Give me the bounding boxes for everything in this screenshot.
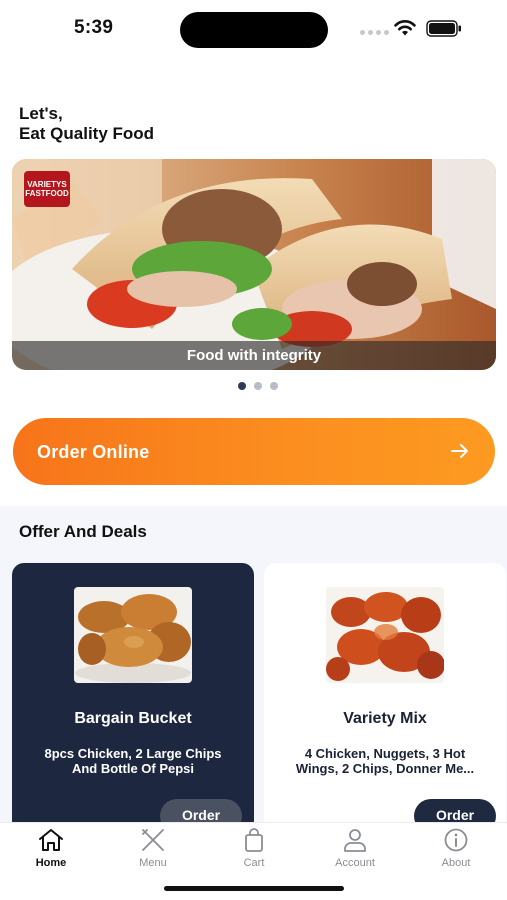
- battery-icon: [426, 20, 461, 37]
- fork-knife-icon: [142, 829, 164, 851]
- tab-label: Cart: [243, 857, 265, 869]
- banner-image: [12, 159, 496, 370]
- offer-title: Variety Mix: [343, 710, 427, 727]
- offer-image-hot-wings: [326, 587, 444, 683]
- bag-icon: [245, 828, 263, 852]
- greeting-heading: Let's, Eat Quality Food: [19, 104, 154, 144]
- status-bar: 5:39: [0, 0, 507, 60]
- banner-caption: Food with integrity: [186, 347, 322, 364]
- wifi-icon: [394, 19, 416, 36]
- tab-account[interactable]: Account: [315, 827, 395, 869]
- person-icon: [344, 829, 366, 852]
- tab-label: Menu: [139, 857, 167, 869]
- tab-cart[interactable]: Cart: [214, 827, 294, 869]
- carousel-dots[interactable]: [238, 382, 278, 390]
- offer-card-variety-mix[interactable]: Variety Mix 4 Chicken, Nuggets, 3 Hot Wi…: [264, 563, 506, 833]
- home-indicator[interactable]: [164, 886, 344, 891]
- order-online-button[interactable]: Order Online: [13, 418, 495, 485]
- offers-title: Offer And Deals: [19, 522, 147, 541]
- tab-label: Account: [335, 857, 375, 869]
- tab-label: Home: [35, 857, 67, 869]
- promo-banner[interactable]: VARIETYS FASTFOOD Food with integrity: [12, 159, 496, 370]
- status-time: 5:39: [74, 17, 114, 38]
- signal-icon: [360, 30, 389, 35]
- greeting-line-2: Eat Quality Food: [19, 124, 155, 143]
- offer-description: 4 Chicken, Nuggets, 3 Hot Wings, 2 Chips…: [295, 746, 475, 776]
- tab-home[interactable]: Home: [11, 827, 91, 869]
- tab-menu[interactable]: Menu: [113, 827, 193, 869]
- offer-image-fried-chicken: [74, 587, 192, 683]
- order-online-label: Order Online: [37, 442, 150, 462]
- brand-logo: VARIETYS FASTFOOD: [24, 171, 70, 207]
- carousel-dot-2[interactable]: [254, 382, 262, 390]
- offer-card-bargain-bucket[interactable]: Bargain Bucket 8pcs Chicken, 2 Large Chi…: [12, 563, 254, 833]
- dynamic-island: [180, 12, 328, 48]
- home-icon: [39, 829, 63, 851]
- offer-title: Bargain Bucket: [74, 710, 192, 727]
- greeting-line-1: Let's,: [19, 104, 63, 123]
- carousel-dot-3[interactable]: [270, 382, 278, 390]
- offer-description: 8pcs Chicken, 2 Large Chips And Bottle O…: [44, 746, 222, 776]
- tab-about[interactable]: About: [416, 827, 496, 869]
- tab-label: About: [441, 857, 471, 869]
- arrow-right-icon: [451, 444, 468, 458]
- carousel-dot-1[interactable]: [238, 382, 246, 390]
- info-icon: [444, 828, 468, 852]
